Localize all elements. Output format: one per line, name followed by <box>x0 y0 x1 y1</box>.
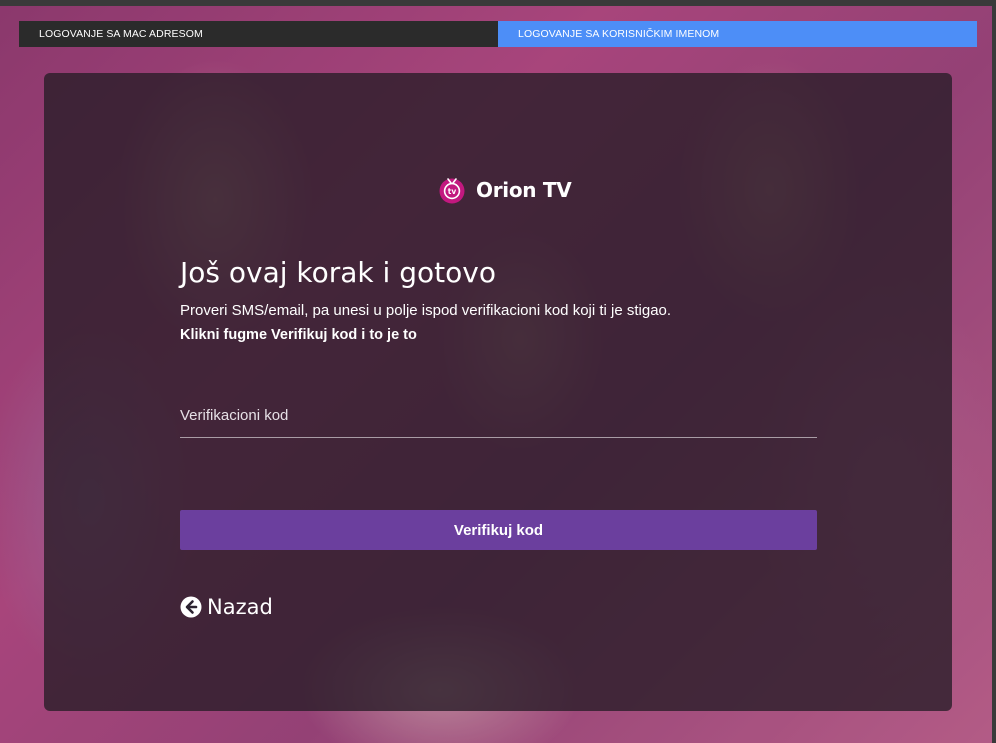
frame-top <box>0 0 996 6</box>
orion-tv-logo-icon: tv <box>439 178 465 204</box>
login-mode-tabs: LOGOVANJE SA MAC ADRESOM LOGOVANJE SA KO… <box>19 21 977 47</box>
tab-username[interactable]: LOGOVANJE SA KORISNIČKIM IMENOM <box>498 21 977 47</box>
frame-right <box>992 0 996 743</box>
brand-logo: tv Orion TV <box>438 175 572 205</box>
page-title: Još ovaj korak i gotovo <box>180 256 496 289</box>
verify-code-button[interactable]: Verifikuj kod <box>180 510 817 550</box>
logo-icon-text: tv <box>448 187 457 196</box>
instructions-text: Proveri SMS/email, pa unesi u polje ispo… <box>180 302 672 319</box>
brand-name: Orion TV <box>476 178 572 202</box>
instructions-bold-text: Klikni fugme Verifikuj kod i to je to <box>180 327 417 343</box>
back-link[interactable]: Nazad <box>180 594 273 620</box>
verification-code-field <box>180 400 817 438</box>
arrow-left-circle-icon <box>180 596 202 618</box>
verification-code-input[interactable] <box>180 400 817 430</box>
back-label: Nazad <box>207 595 273 619</box>
tab-mac-address[interactable]: LOGOVANJE SA MAC ADRESOM <box>19 21 498 47</box>
